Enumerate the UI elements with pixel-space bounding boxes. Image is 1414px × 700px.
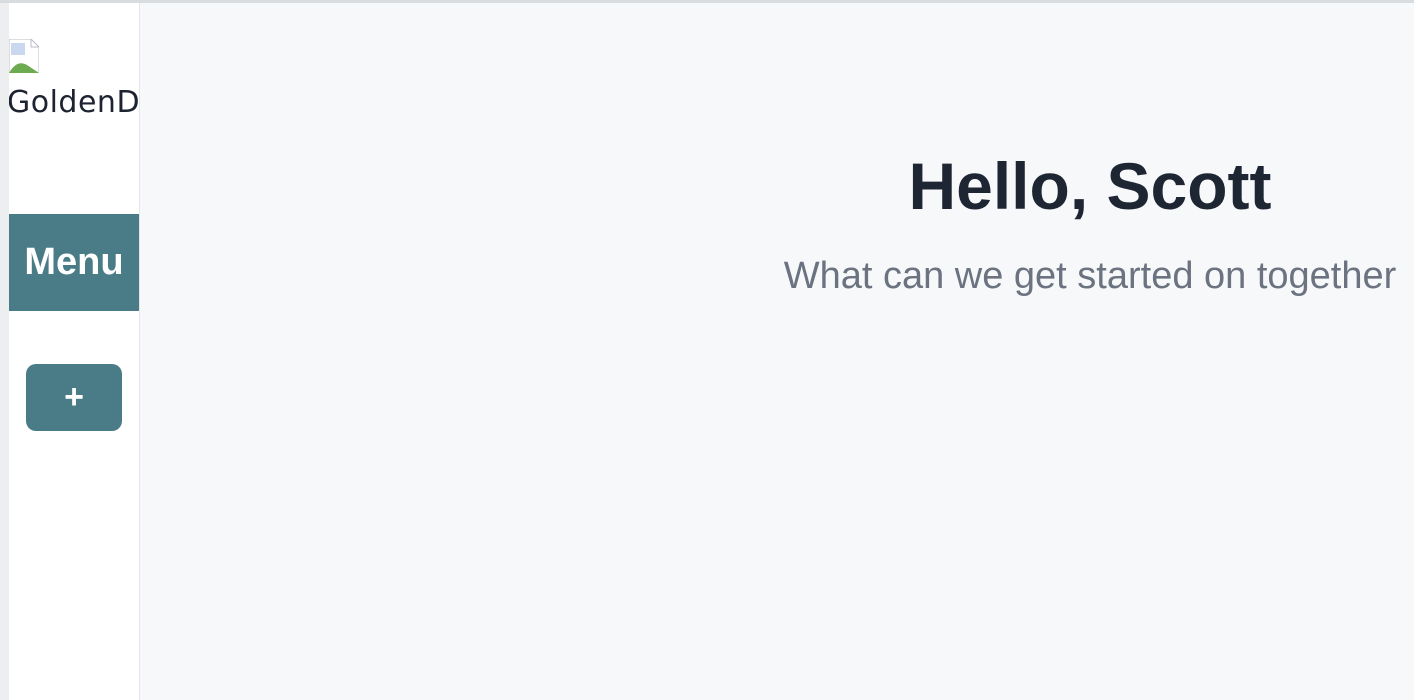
add-button[interactable]: + [26,364,122,431]
broken-image-icon [9,39,39,73]
greeting-heading: Hello, Scott [908,149,1272,223]
menu-header[interactable]: Menu [9,214,139,311]
left-scroll-gutter [0,3,9,700]
logo: GoldenD [9,39,139,129]
logo-alt-text: GoldenD [9,85,140,120]
greeting-subtitle: What can we get started on together [783,255,1397,297]
sidebar: GoldenD Menu + [9,3,140,700]
main-content: Hello, Scott What can we get started on … [140,3,1414,700]
